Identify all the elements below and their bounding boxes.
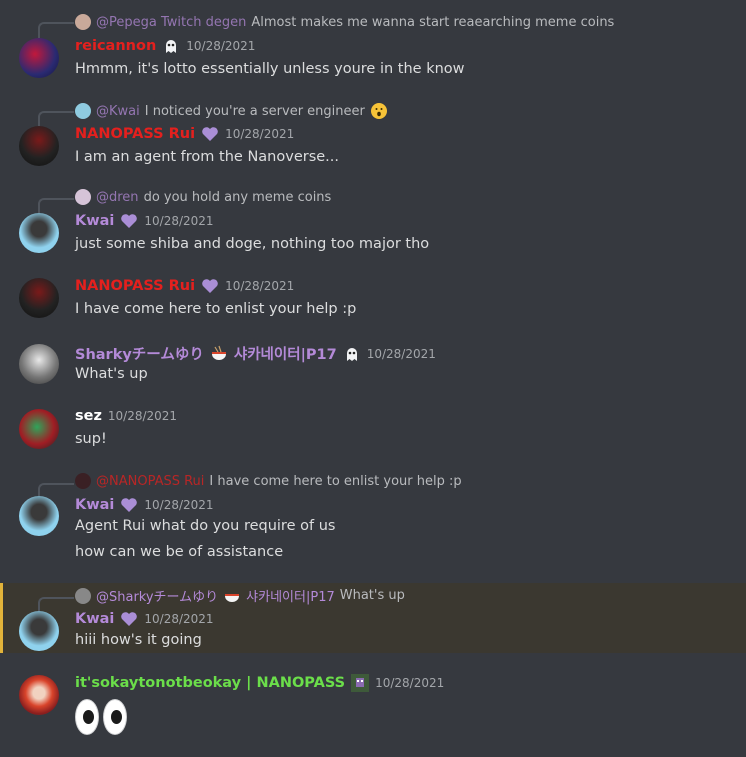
purple-heart-icon bbox=[202, 127, 218, 141]
message-text: I am an agent from the Nanoverse... bbox=[75, 149, 340, 165]
avatar[interactable] bbox=[19, 278, 59, 318]
author-name[interactable]: reicannon bbox=[75, 38, 156, 54]
reply-preview[interactable]: @NANOPASS Rui I have come here to enlist… bbox=[75, 473, 462, 489]
reply-author-suffix[interactable]: 샤카네이터|P17 bbox=[246, 586, 335, 605]
pixel-avatar-icon bbox=[351, 674, 370, 692]
timestamp[interactable]: 10/28/2021 bbox=[367, 347, 436, 361]
message-group: @Pepega Twitch degen Almost makes me wan… bbox=[0, 0, 746, 95]
avatar[interactable] bbox=[19, 611, 59, 651]
author-name[interactable]: NANOPASS Rui bbox=[75, 278, 195, 294]
reply-avatar-icon bbox=[75, 587, 91, 604]
eye-right bbox=[103, 699, 127, 735]
timestamp[interactable]: 10/28/2021 bbox=[144, 612, 213, 626]
author-name[interactable]: Kwai bbox=[75, 213, 114, 229]
avatar[interactable] bbox=[19, 126, 59, 166]
ramen-icon bbox=[225, 593, 240, 602]
message-group: Sharkyチームゆり 샤카네이터|P17 10/28/2021 What's … bbox=[0, 334, 746, 399]
reply-author[interactable]: @dren bbox=[96, 190, 139, 205]
message-text: sup! bbox=[75, 431, 107, 447]
message-text: Hmmm, it's lotto essentially unless your… bbox=[75, 61, 465, 77]
reply-avatar-icon bbox=[75, 473, 91, 489]
reply-preview[interactable]: @Pepega Twitch degen Almost makes me wan… bbox=[75, 14, 614, 30]
author-name[interactable]: Kwai bbox=[75, 497, 114, 513]
message-text: how can we be of assistance bbox=[75, 544, 284, 560]
reply-author[interactable]: @NANOPASS Rui bbox=[96, 474, 204, 489]
reply-preview[interactable]: @Kwai I noticed you're a server engineer bbox=[75, 102, 388, 120]
reply-avatar-icon bbox=[75, 14, 91, 30]
author-name[interactable]: Sharkyチームゆり bbox=[75, 343, 204, 364]
purple-heart-icon bbox=[121, 214, 138, 228]
purple-heart-icon bbox=[202, 279, 218, 293]
message-group-mention: @Sharkyチームゆり 샤카네이터|P17 What's up Kwai 10… bbox=[0, 583, 746, 653]
avatar[interactable] bbox=[19, 675, 59, 715]
message-text: Agent Rui what do you require of us bbox=[75, 518, 336, 534]
timestamp[interactable]: 10/28/2021 bbox=[108, 409, 177, 423]
reply-author[interactable]: @Kwai bbox=[96, 104, 140, 119]
message-group: @NANOPASS Rui I have come here to enlist… bbox=[0, 467, 746, 583]
reply-text: I have come here to enlist your help :p bbox=[209, 473, 462, 489]
author-name[interactable]: Kwai bbox=[75, 611, 114, 627]
timestamp[interactable]: 10/28/2021 bbox=[225, 279, 294, 293]
ghost-icon bbox=[346, 347, 357, 361]
timestamp[interactable]: 10/28/2021 bbox=[225, 127, 294, 141]
reply-author[interactable]: @Pepega Twitch degen bbox=[96, 15, 246, 30]
message-text: What's up bbox=[75, 366, 148, 382]
author-name[interactable]: sez bbox=[75, 408, 102, 424]
reply-avatar-icon bbox=[75, 189, 91, 205]
message-text: hiii how's it going bbox=[75, 632, 202, 648]
message-text: just some shiba and doge, nothing too ma… bbox=[75, 236, 430, 252]
message-group: it'sokaytonotbeokay | NANOPASS 10/28/202… bbox=[0, 653, 746, 757]
purple-heart-icon bbox=[121, 612, 138, 626]
message-text: I have come here to enlist your help :p bbox=[75, 301, 357, 317]
reply-text: What's up bbox=[339, 588, 405, 603]
timestamp[interactable]: 10/28/2021 bbox=[144, 214, 213, 228]
avatar[interactable] bbox=[19, 344, 59, 384]
avatar[interactable] bbox=[19, 409, 59, 449]
ghost-icon bbox=[166, 40, 177, 53]
reply-preview[interactable]: @dren do you hold any meme coins bbox=[75, 189, 331, 205]
avatar[interactable] bbox=[19, 38, 59, 78]
purple-heart-icon bbox=[121, 498, 138, 512]
reply-text: Almost makes me wanna start reaearching … bbox=[251, 14, 615, 30]
author-name-suffix[interactable]: 샤카네이터|P17 bbox=[234, 343, 337, 364]
message-group: @dren do you hold any meme coins Kwai 10… bbox=[0, 182, 746, 269]
chat-message-list: @Pepega Twitch degen Almost makes me wan… bbox=[0, 0, 746, 757]
reply-text: I noticed you're a server engineer bbox=[144, 103, 365, 119]
reply-preview[interactable]: @Sharkyチームゆり 샤카네이터|P17 What's up bbox=[75, 586, 405, 605]
avatar[interactable] bbox=[19, 213, 59, 253]
author-name[interactable]: it'sokaytonotbeokay | NANOPASS bbox=[75, 675, 345, 691]
ramen-icon bbox=[211, 345, 226, 360]
hushed-face-icon bbox=[370, 103, 387, 119]
author-name[interactable]: NANOPASS Rui bbox=[75, 126, 195, 142]
message-group: sez 10/28/2021 sup! bbox=[0, 399, 746, 467]
timestamp[interactable]: 10/28/2021 bbox=[144, 498, 213, 512]
message-group: NANOPASS Rui 10/28/2021 I have come here… bbox=[0, 269, 746, 334]
timestamp[interactable]: 10/28/2021 bbox=[186, 39, 255, 53]
avatar[interactable] bbox=[19, 496, 59, 536]
reply-author[interactable]: @Sharkyチームゆり bbox=[96, 586, 218, 605]
timestamp[interactable]: 10/28/2021 bbox=[375, 676, 444, 690]
eye-left bbox=[75, 699, 99, 735]
eyes-icon bbox=[75, 699, 127, 735]
reply-avatar-icon bbox=[75, 103, 91, 119]
reply-text: do you hold any meme coins bbox=[143, 189, 332, 205]
message-group: @Kwai I noticed you're a server engineer… bbox=[0, 95, 746, 182]
